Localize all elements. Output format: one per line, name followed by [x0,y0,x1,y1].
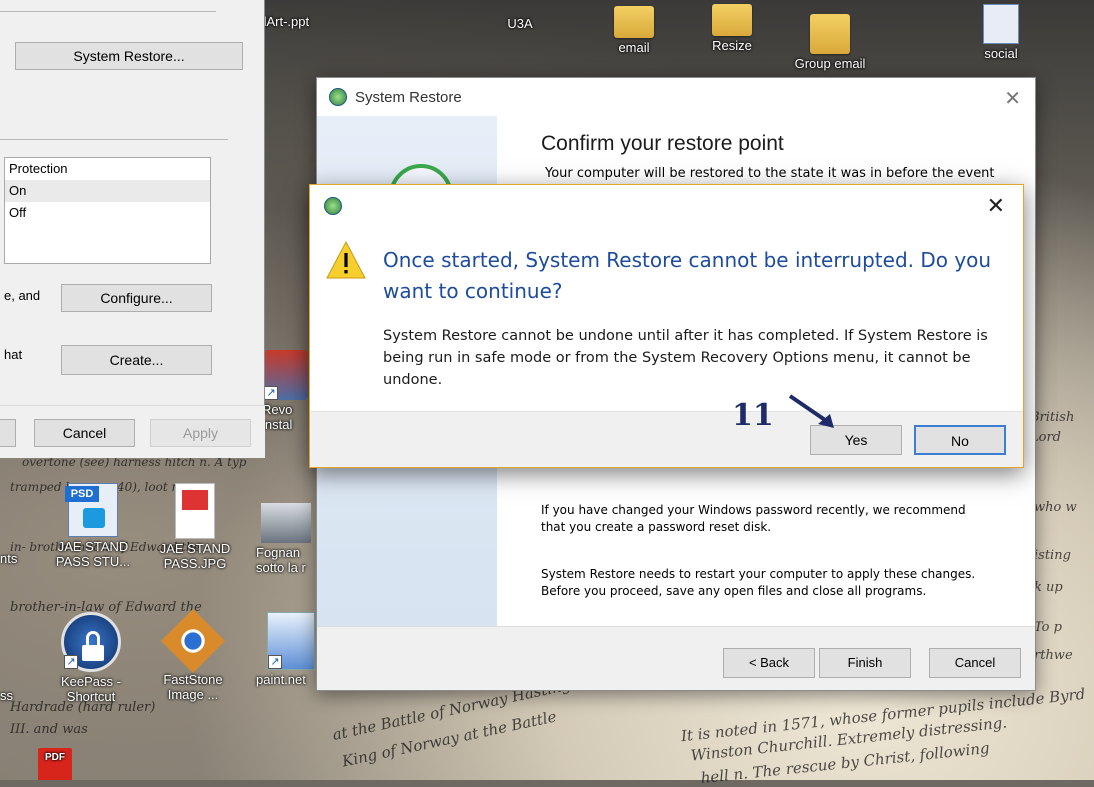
document-icon [983,4,1019,44]
warning-icon [326,241,366,279]
system-properties-window: System Restore... Protection On Off e, a… [0,0,265,458]
restart-note-line-2: Before you proceed, save any open files … [541,584,927,598]
desktop-icon-label: JAE STAND PASS STU... [55,539,131,569]
protection-header[interactable]: Protection [5,158,210,180]
restart-note-line-1: System Restore needs to restart your com… [541,567,976,581]
pointer-arrow-icon [788,394,834,428]
desktop-icon-label: nts [0,551,18,566]
desktop-icon-pdf[interactable]: PDF [30,748,80,782]
desktop-icon-label: Group email [794,56,866,71]
close-icon[interactable]: ✕ [987,193,1005,219]
desktop-icon-resize[interactable]: Resize [692,4,772,53]
desktop-icon-revo[interactable]: ↗ Revo instal [262,350,310,432]
restart-note: System Restore needs to restart your com… [541,566,975,600]
no-button[interactable]: No [914,425,1006,455]
desktop-icon-label: KeePass - Shortcut [61,674,121,704]
system-restore-icon [329,88,347,106]
system-restore-icon [324,197,342,215]
password-note-line-1: If you have changed your Windows passwor… [541,503,966,517]
restore-description: Your computer will be restored to the st… [545,166,995,181]
folder-icon [614,6,654,38]
divider [0,11,216,12]
back-button[interactable]: < Back [723,648,815,678]
cancel-button[interactable]: Cancel [929,648,1021,678]
desktop-icon-nts[interactable]: nts [0,551,30,566]
pdf-file-icon: PDF [38,748,72,780]
desktop-icon-faststone[interactable]: FastStone Image ... [148,609,238,702]
step-number-annotation: 11 [732,398,774,433]
create-button[interactable]: Create... [61,345,212,375]
configure-description: e, and [4,288,41,303]
image-file-icon [261,503,311,543]
pdf-badge-label: PDF [45,752,65,763]
jpg-file-icon [175,483,215,539]
keepass-icon: ↗ [61,612,121,672]
desktop-icon-social[interactable]: social [956,4,1046,61]
create-description: hat [4,347,23,362]
desktop-icon-label: email [618,40,650,55]
system-restore-button[interactable]: System Restore... [15,42,243,70]
folder-icon [712,4,752,36]
desktop-icon-email[interactable]: email [594,6,674,55]
desktop-icon-label: ss [0,688,13,703]
wizard-footer: < Back Finish Cancel [317,626,1035,690]
title-bar: System Restore ✕ [317,78,1035,116]
psd-file-icon: PSD [65,483,118,537]
desktop-icon-label: U3A [507,16,533,31]
desktop-icon-jpg[interactable]: JAE STAND PASS.JPG [150,483,240,571]
close-icon[interactable]: ✕ [1004,86,1021,111]
folder-icon [810,14,850,54]
revo-uninstaller-icon: ↗ [264,350,308,400]
desktop-icon-label: social [984,46,1018,61]
configure-button[interactable]: Configure... [61,284,212,312]
list-item[interactable]: On [5,180,210,202]
faststone-icon [161,609,225,673]
desktop-icon-fognan[interactable]: Fognan sotto la r [256,503,316,575]
desktop-icon-keepass[interactable]: ↗ KeePass - Shortcut [46,612,136,704]
password-note: If you have changed your Windows passwor… [541,502,966,536]
desktop-icon-label: FastStone Image ... [163,672,223,702]
password-note-line-2: that you create a password reset disk. [541,520,772,534]
finish-button[interactable]: Finish [819,648,911,678]
confirm-dialog: ✕ Once started, System Restore cannot be… [309,184,1024,468]
dialog-button-bar: Yes No [310,411,1023,467]
desktop-icon-ppt[interactable]: ndArt-.ppt [252,14,342,29]
desktop-icon-label: Resize [712,38,752,53]
desktop-icon-u3a[interactable]: U3A [485,16,555,31]
protection-list[interactable]: Protection On Off [4,157,211,264]
apply-button: Apply [150,419,251,447]
divider [0,139,228,140]
list-item[interactable]: Off [5,202,210,224]
paintnet-icon: ↗ [267,612,315,670]
desktop-icon-label: JAE STAND PASS.JPG [159,541,231,571]
desktop-icon-label: Fognan sotto la r [256,545,306,575]
window-title: System Restore [355,89,462,106]
desktop-icon-ss[interactable]: ss [0,688,30,703]
desktop-icon-label: paint.net [256,672,306,687]
dialog-content: System Restore cannot be undone until af… [383,328,988,388]
cancel-button[interactable]: Cancel [34,419,135,447]
ok-button-partial[interactable] [0,419,16,447]
desktop-icon-label: Revo instal [262,402,293,432]
main-instruction: Once started, System Restore cannot be i… [383,248,992,303]
desktop-icon-group-email[interactable]: Group email [780,14,880,71]
desktop-icon-psd[interactable]: PSD JAE STAND PASS STU... [48,483,138,569]
page-title: Confirm your restore point [541,132,784,155]
